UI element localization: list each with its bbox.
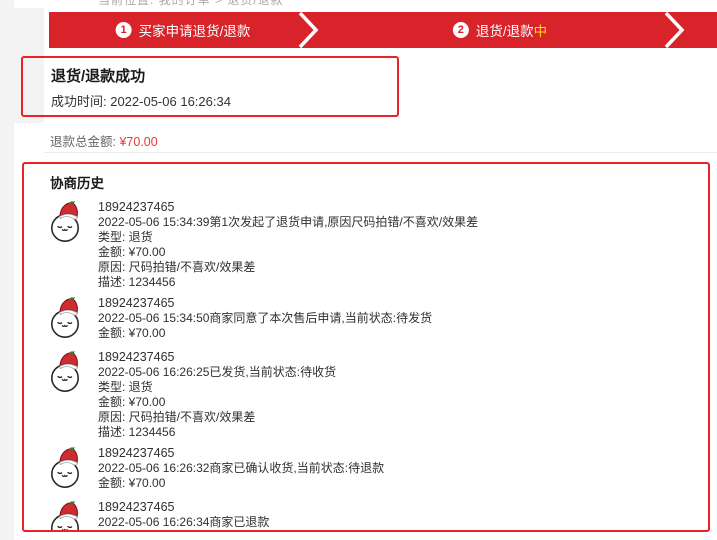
history-entry-line: 类型: 退货 (98, 380, 336, 395)
step-number-badge: 2 (453, 22, 469, 38)
refund-success-annotation-box: 退货/退款成功 成功时间: 2022-05-06 16:26:34 (21, 56, 399, 117)
history-entry-user: 18924237465 (98, 350, 336, 365)
refund-total-row: 退款总金额: ¥70.00 (50, 131, 158, 150)
step-label: 买家申请退货/退款 (139, 20, 251, 40)
negotiation-history-annotation-box: 协商历史 18924237465 2022-05-06 15:34:39第1次发… (22, 162, 710, 532)
chevron-right-icon (297, 12, 321, 48)
refund-success-time: 成功时间: 2022-05-06 16:26:34 (51, 91, 231, 110)
step-label: 退货/退款中 (476, 20, 547, 40)
history-entry-user: 18924237465 (98, 296, 432, 311)
refund-progress-bar: 1 买家申请退货/退款 2 退货/退款中 (49, 12, 717, 48)
history-entry-user: 18924237465 (98, 446, 384, 461)
negotiation-history-title: 协商历史 (50, 172, 708, 192)
history-entry-lines: 2022-05-06 16:26:25已发货,当前状态:待收货类型: 退货金额:… (98, 365, 336, 440)
section-divider (44, 152, 717, 153)
refund-success-title: 退货/退款成功 (51, 65, 145, 86)
history-entry-line: 类型: 退货 (98, 230, 478, 245)
history-entry-body: 18924237465 2022-05-06 15:34:50商家同意了本次售后… (98, 296, 432, 341)
history-entry-line: 原因: 尺码拍错/不喜欢/效果差 (98, 260, 478, 275)
history-entry-line: 原因: 尺码拍错/不喜欢/效果差 (98, 410, 336, 425)
refund-total-label: 退款总金额: (50, 135, 116, 149)
chevron-right-icon (663, 12, 687, 48)
history-entry-line: 2022-05-06 16:26:25已发货,当前状态:待收货 (98, 365, 336, 380)
history-entry-lines: 2022-05-06 15:34:50商家同意了本次售后申请,当前状态:待发货金… (98, 311, 432, 341)
history-entry: 18924237465 2022-05-06 15:34:39第1次发起了退货申… (50, 200, 708, 290)
santa-hat-avatar-icon (50, 349, 84, 398)
history-entry-body: 18924237465 2022-05-06 16:26:25已发货,当前状态:… (98, 350, 336, 440)
history-entry-body: 18924237465 2022-05-06 15:34:39第1次发起了退货申… (98, 200, 478, 290)
history-entry-line: 金额: ¥70.00 (98, 530, 269, 532)
refund-total-amount: ¥70.00 (119, 135, 157, 149)
history-entry-body: 18924237465 2022-05-06 16:26:34商家已退款金额: … (98, 500, 269, 532)
history-entry-line: 金额: ¥70.00 (98, 476, 384, 491)
step-label-highlight: 中 (534, 24, 548, 39)
santa-hat-avatar-icon (50, 499, 84, 532)
progress-step-buyer-apply: 1 买家申请退货/退款 (116, 12, 251, 48)
history-entry-line: 金额: ¥70.00 (98, 245, 478, 260)
history-entry-line: 描述: 1234456 (98, 275, 478, 290)
history-entry-body: 18924237465 2022-05-06 16:26:32商家已确认收货,当… (98, 446, 384, 491)
history-entry-user: 18924237465 (98, 500, 269, 515)
page-left-gutter (0, 0, 14, 540)
santa-hat-avatar-icon (50, 445, 84, 494)
history-entry-line: 2022-05-06 15:34:50商家同意了本次售后申请,当前状态:待发货 (98, 311, 432, 326)
history-entry-lines: 2022-05-06 16:26:32商家已确认收货,当前状态:待退款金额: ¥… (98, 461, 384, 491)
history-entry-line: 2022-05-06 16:26:34商家已退款 (98, 515, 269, 530)
negotiation-history-list: 18924237465 2022-05-06 15:34:39第1次发起了退货申… (50, 200, 708, 532)
step-number-badge: 1 (116, 22, 132, 38)
breadcrumb[interactable]: 当前位置: 我的订单 > 退货/退款 (98, 0, 284, 8)
history-entry-line: 2022-05-06 16:26:32商家已确认收货,当前状态:待退款 (98, 461, 384, 476)
history-entry-line: 描述: 1234456 (98, 425, 336, 440)
history-entry-user: 18924237465 (98, 200, 478, 215)
step-label-main: 退货/退款 (476, 24, 534, 39)
history-entry-line: 2022-05-06 15:34:39第1次发起了退货申请,原因尺码拍错/不喜欢… (98, 215, 478, 230)
history-entry-lines: 2022-05-06 15:34:39第1次发起了退货申请,原因尺码拍错/不喜欢… (98, 215, 478, 290)
santa-hat-avatar-icon (50, 295, 84, 344)
history-entry-line: 金额: ¥70.00 (98, 395, 336, 410)
progress-step-refund-in-progress: 2 退货/退款中 (453, 12, 547, 48)
history-entry: 18924237465 2022-05-06 15:34:50商家同意了本次售后… (50, 296, 708, 344)
history-entry-lines: 2022-05-06 16:26:34商家已退款金额: ¥70.00 (98, 515, 269, 532)
santa-hat-avatar-icon (50, 199, 84, 248)
history-entry: 18924237465 2022-05-06 16:26:32商家已确认收货,当… (50, 446, 708, 494)
history-entry: 18924237465 2022-05-06 16:26:34商家已退款金额: … (50, 500, 708, 532)
history-entry: 18924237465 2022-05-06 16:26:25已发货,当前状态:… (50, 350, 708, 440)
history-entry-line: 金额: ¥70.00 (98, 326, 432, 341)
